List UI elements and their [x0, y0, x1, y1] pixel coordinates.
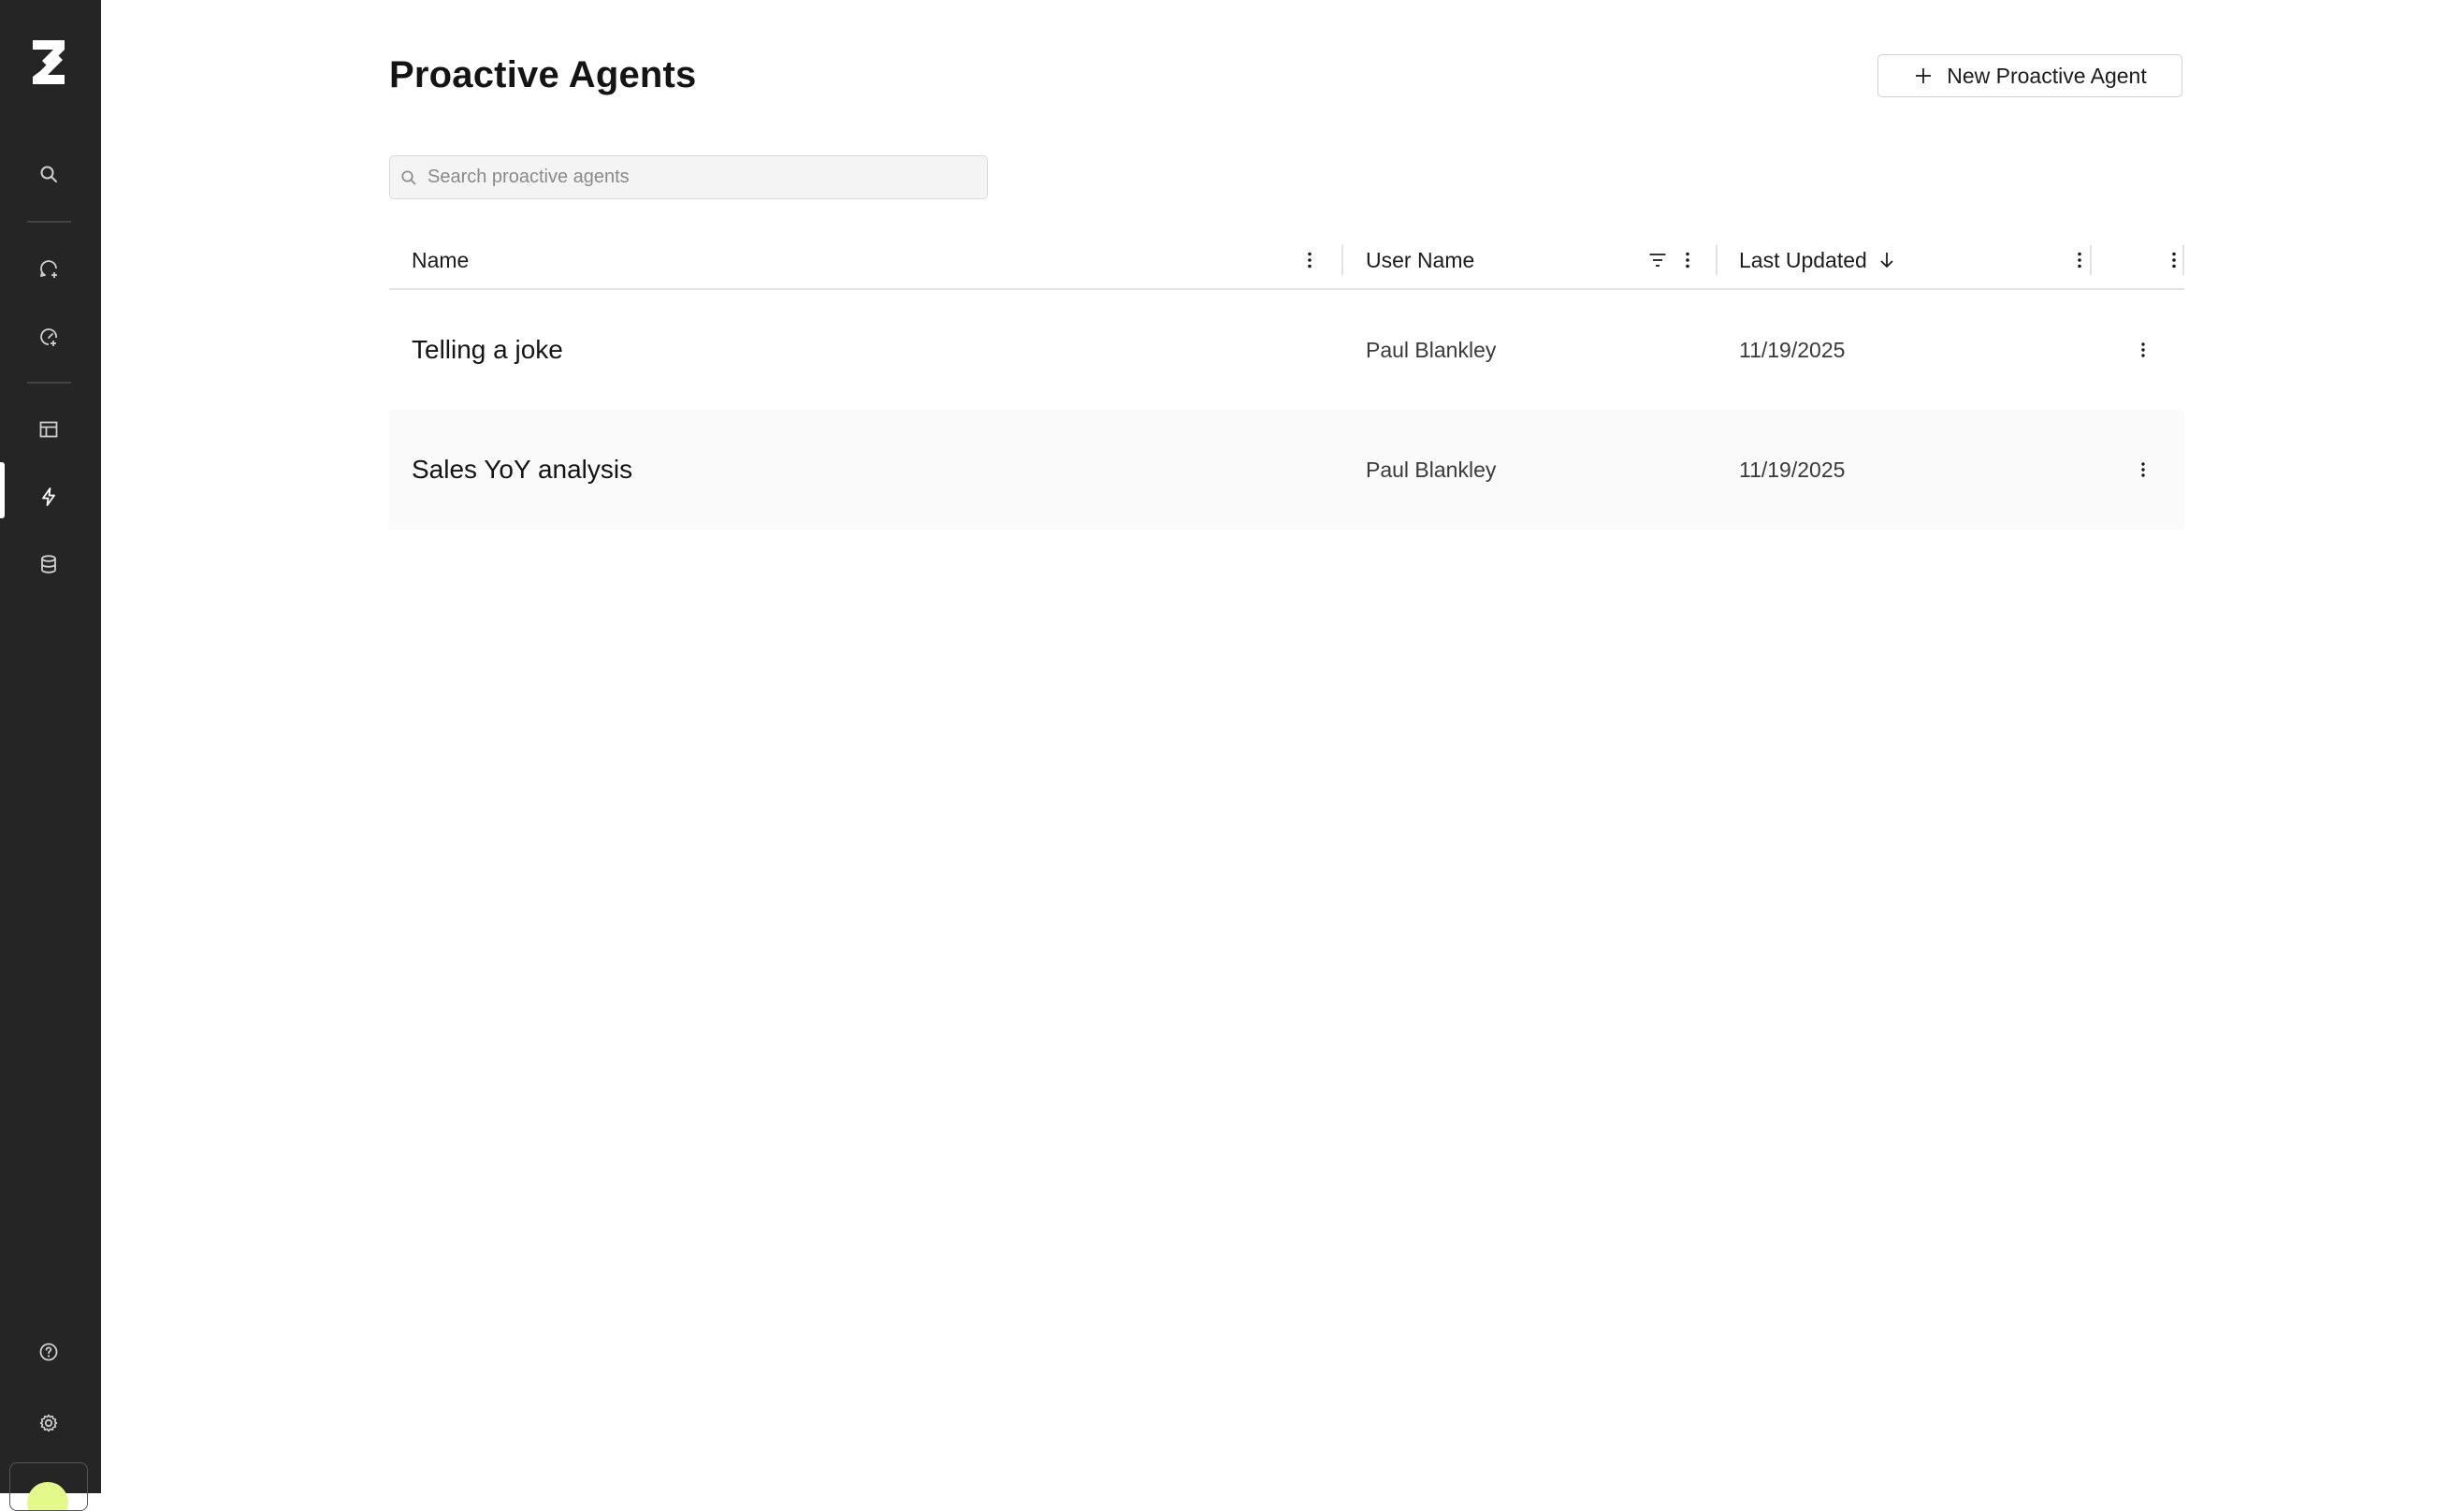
help-icon: [37, 1341, 60, 1363]
nav-proactive-agents[interactable]: [25, 473, 72, 520]
arrow-down-icon: [1877, 250, 1897, 270]
column-separator[interactable]: [2090, 245, 2092, 275]
agent-user-name: Paul Blankley: [1366, 337, 1497, 362]
nav-help[interactable]: [25, 1329, 72, 1375]
column-header-last-updated[interactable]: Last Updated: [1739, 234, 1897, 286]
nav-tables[interactable]: [25, 406, 72, 453]
agent-last-updated: 11/19/2025: [1739, 457, 1846, 482]
gear-icon: [37, 1412, 60, 1434]
column-filter-user-name[interactable]: [1644, 246, 1672, 274]
nav-chats[interactable]: [25, 245, 72, 292]
active-indicator: [0, 462, 5, 518]
agent-name[interactable]: Telling a joke: [412, 290, 563, 410]
agent-last-updated: 11/19/2025: [1739, 337, 1846, 362]
agents-table: Name User Name Last Updated Telling a jo…: [389, 234, 2184, 530]
plus-icon: [1913, 65, 1934, 86]
more-vertical-icon: [2133, 340, 2153, 360]
chat-add-icon: [37, 257, 60, 280]
column-separator[interactable]: [1341, 245, 1343, 275]
table-icon: [37, 418, 60, 441]
column-separator: [2182, 245, 2184, 275]
table-row[interactable]: Telling a joke Paul Blankley 11/19/2025: [389, 290, 2184, 410]
page-title: Proactive Agents: [389, 54, 697, 95]
nav-data[interactable]: [25, 541, 72, 588]
search-icon: [390, 168, 418, 187]
brand-logo[interactable]: [27, 37, 70, 86]
sidebar-divider: [27, 382, 71, 384]
user-menu[interactable]: [9, 1462, 88, 1511]
avatar: [27, 1482, 68, 1510]
search-icon: [37, 163, 60, 185]
new-proactive-agent-label: New Proactive Agent: [1947, 63, 2147, 88]
table-row[interactable]: Sales YoY analysis Paul Blankley 11/19/2…: [389, 410, 2184, 530]
agent-name[interactable]: Sales YoY analysis: [412, 410, 632, 530]
sidebar-divider: [27, 221, 71, 223]
filter-icon: [1647, 250, 1668, 270]
more-vertical-icon: [1299, 250, 1320, 270]
row-menu-button[interactable]: [2129, 336, 2157, 364]
nav-settings[interactable]: [25, 1400, 72, 1446]
column-header-last-updated-label: Last Updated: [1739, 247, 1867, 272]
row-menu-button[interactable]: [2129, 456, 2157, 484]
search-box[interactable]: [389, 155, 988, 199]
bolt-icon: [37, 486, 60, 508]
new-proactive-agent-button[interactable]: New Proactive Agent: [1877, 54, 2182, 97]
column-separator[interactable]: [1716, 245, 1718, 275]
agent-user-name: Paul Blankley: [1366, 457, 1497, 482]
nav-search[interactable]: [25, 151, 72, 197]
more-vertical-icon: [2133, 459, 2153, 480]
column-header-name[interactable]: Name: [412, 234, 469, 286]
search-input[interactable]: [426, 166, 972, 189]
more-vertical-icon: [1677, 250, 1698, 270]
table-header: Name User Name Last Updated: [389, 234, 2184, 290]
column-menu-name[interactable]: [1296, 246, 1324, 274]
nav-dashboards[interactable]: [25, 313, 72, 360]
gauge-icon: [37, 326, 60, 348]
column-header-user-name[interactable]: User Name: [1366, 234, 1474, 286]
more-vertical-icon: [2069, 250, 2090, 270]
more-vertical-icon: [2164, 250, 2184, 270]
sidebar: [0, 0, 101, 1511]
database-icon: [37, 553, 60, 575]
column-menu-user-name[interactable]: [1674, 246, 1702, 274]
